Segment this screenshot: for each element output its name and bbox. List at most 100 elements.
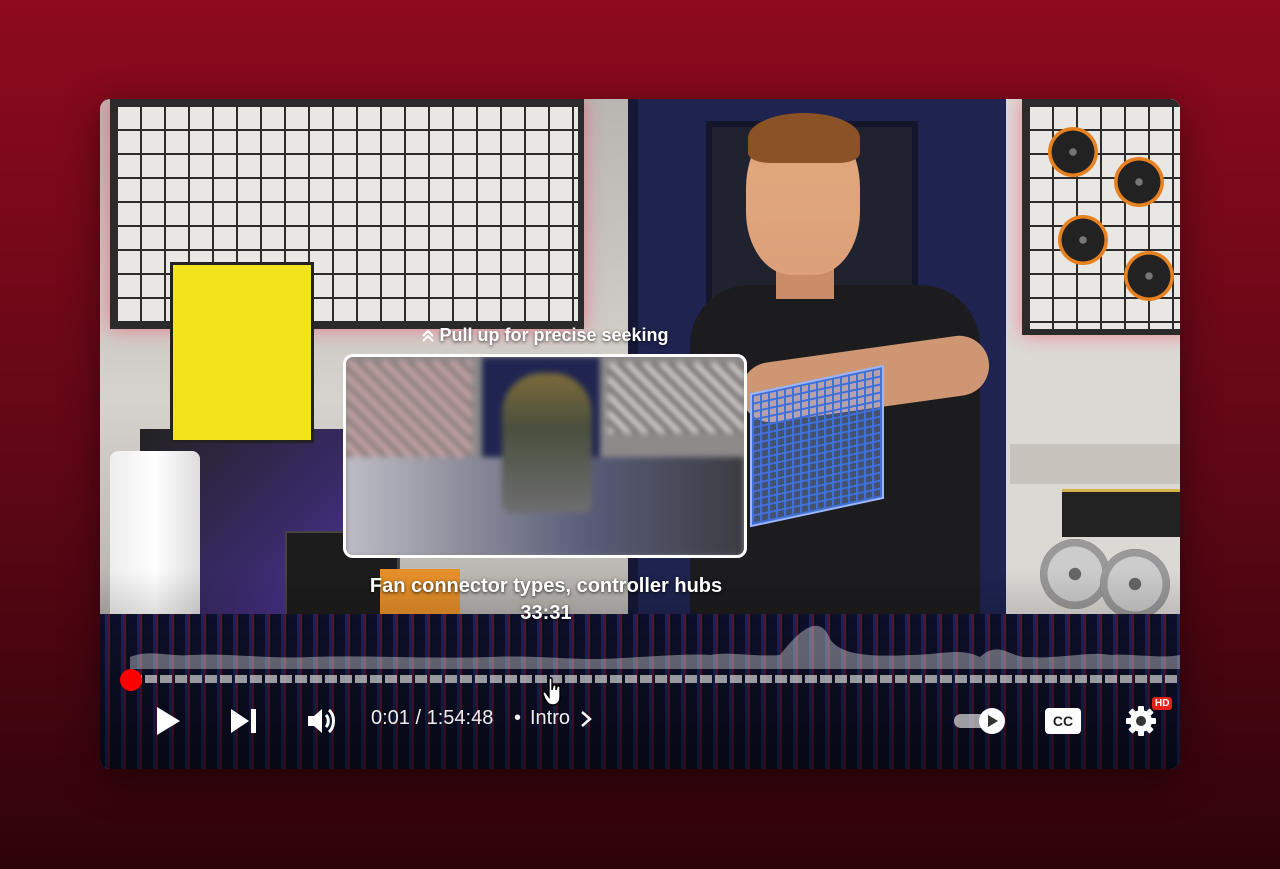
seek-preview-thumbnail — [343, 354, 747, 558]
progress-chapter-segment — [1000, 675, 1012, 683]
progress-chapter-segment — [235, 675, 247, 683]
progress-chapter-segment — [295, 675, 307, 683]
progress-chapter-segment — [610, 675, 622, 683]
progress-chapter-segment — [1015, 675, 1027, 683]
progress-chapter-segment — [1150, 675, 1162, 683]
progress-chapter-segment — [835, 675, 847, 683]
svg-text:CC: CC — [1053, 713, 1073, 729]
progress-chapter-segment — [700, 675, 712, 683]
hd-badge: HD — [1152, 697, 1173, 710]
progress-chapter-segment — [910, 675, 922, 683]
progress-chapter-segment — [895, 675, 907, 683]
chapter-button[interactable]: Intro — [530, 707, 594, 730]
progress-chapter-segment — [730, 675, 742, 683]
progress-chapter-segment — [340, 675, 352, 683]
seek-hint-text: Pull up for precise seeking — [439, 325, 669, 345]
progress-chapter-segment — [955, 675, 967, 683]
progress-chapter-segment — [250, 675, 262, 683]
video-psu — [1062, 489, 1180, 537]
progress-chapter-segment — [190, 675, 202, 683]
progress-chapter-segment — [1105, 675, 1117, 683]
progress-chapter-segment — [385, 675, 397, 683]
chevron-right-icon — [581, 710, 592, 727]
progress-chapter-segment — [925, 675, 937, 683]
progress-chapter-segment — [430, 675, 442, 683]
progress-chapter-segment — [325, 675, 337, 683]
progress-chapter-segment — [310, 675, 322, 683]
progress-chapter-segment — [940, 675, 952, 683]
progress-chapter-segment — [640, 675, 652, 683]
progress-chapter-segment — [280, 675, 292, 683]
double-chevron-up-icon — [422, 329, 435, 342]
progress-chapter-segment — [160, 675, 172, 683]
video-fan — [1048, 127, 1098, 177]
play-button[interactable] — [150, 703, 186, 739]
progress-chapter-segment — [490, 675, 502, 683]
progress-chapter-segment — [1075, 675, 1087, 683]
progress-chapter-segment — [745, 675, 757, 683]
seek-hint: Pull up for precise seeking — [400, 325, 690, 346]
video-pegboard-right — [1022, 99, 1180, 335]
progress-chapter-segment — [1165, 675, 1177, 683]
progress-chapter-segment — [505, 675, 517, 683]
video-mesh-panels — [750, 364, 884, 528]
progress-chapter-segment — [715, 675, 727, 683]
progress-chapter-segment — [1030, 675, 1042, 683]
autoplay-toggle-icon — [954, 708, 1005, 734]
preview-chapter-title: Fan connector types, controller hubs — [369, 575, 723, 597]
progress-chapter-segment — [760, 675, 772, 683]
thumbnail-detail — [608, 363, 744, 433]
progress-chapter-segment — [880, 675, 892, 683]
progress-bar[interactable] — [130, 672, 1180, 686]
progress-chapter-segment — [625, 675, 637, 683]
scrubber-handle[interactable] — [120, 669, 142, 691]
progress-chapter-segment — [655, 675, 667, 683]
thumbnail-detail — [502, 373, 592, 513]
progress-chapter-segment — [850, 675, 862, 683]
progress-chapter-segment — [865, 675, 877, 683]
progress-chapter-segment — [475, 675, 487, 683]
progress-chapter-segment — [685, 675, 697, 683]
next-button[interactable] — [226, 703, 262, 739]
progress-chapter-segment — [1045, 675, 1057, 683]
progress-chapter-segment — [520, 675, 532, 683]
settings-button[interactable]: HD — [1122, 697, 1173, 739]
progress-chapter-segment — [1120, 675, 1132, 683]
progress-chapter-segment — [370, 675, 382, 683]
progress-chapter-segment — [580, 675, 592, 683]
video-host-hair — [748, 113, 860, 163]
video-player[interactable]: Pull up for precise seeking Fan connecto… — [100, 99, 1180, 769]
progress-chapter-segment — [175, 675, 187, 683]
video-fan — [1124, 251, 1174, 301]
progress-chapter-segment — [220, 675, 232, 683]
volume-icon — [308, 708, 335, 734]
control-bar: 0:01 / 1:54:48 • Intro CC HD — [100, 697, 1180, 747]
progress-chapter-segment — [145, 675, 157, 683]
current-chapter-label: Intro — [530, 707, 571, 729]
progress-chapter-segment — [355, 675, 367, 683]
progress-chapter-segment — [670, 675, 682, 683]
captions-icon: CC — [1045, 708, 1081, 734]
progress-chapter-segment — [970, 675, 982, 683]
video-shelf — [1010, 444, 1180, 484]
autoplay-toggle[interactable] — [950, 705, 1010, 737]
progress-chapter-segment — [265, 675, 277, 683]
video-fan — [1058, 215, 1108, 265]
subtitles-button[interactable]: CC — [1043, 705, 1083, 737]
progress-chapter-segment — [1135, 675, 1147, 683]
play-icon — [157, 707, 180, 735]
progress-chapter-segment — [1090, 675, 1102, 683]
progress-chapter-segment — [445, 675, 457, 683]
video-fan — [1114, 157, 1164, 207]
mute-button[interactable] — [303, 703, 341, 739]
progress-chapter-segment — [595, 675, 607, 683]
progress-chapter-segment — [775, 675, 787, 683]
progress-chapter-segment — [415, 675, 427, 683]
progress-chapter-segment — [1060, 675, 1072, 683]
progress-chapter-segment — [205, 675, 217, 683]
most-replayed-heatmap — [130, 625, 1180, 669]
progress-chapter-segment — [400, 675, 412, 683]
progress-chapter-segment — [790, 675, 802, 683]
progress-chapter-segment — [565, 675, 577, 683]
chapter-separator: • — [514, 707, 522, 729]
